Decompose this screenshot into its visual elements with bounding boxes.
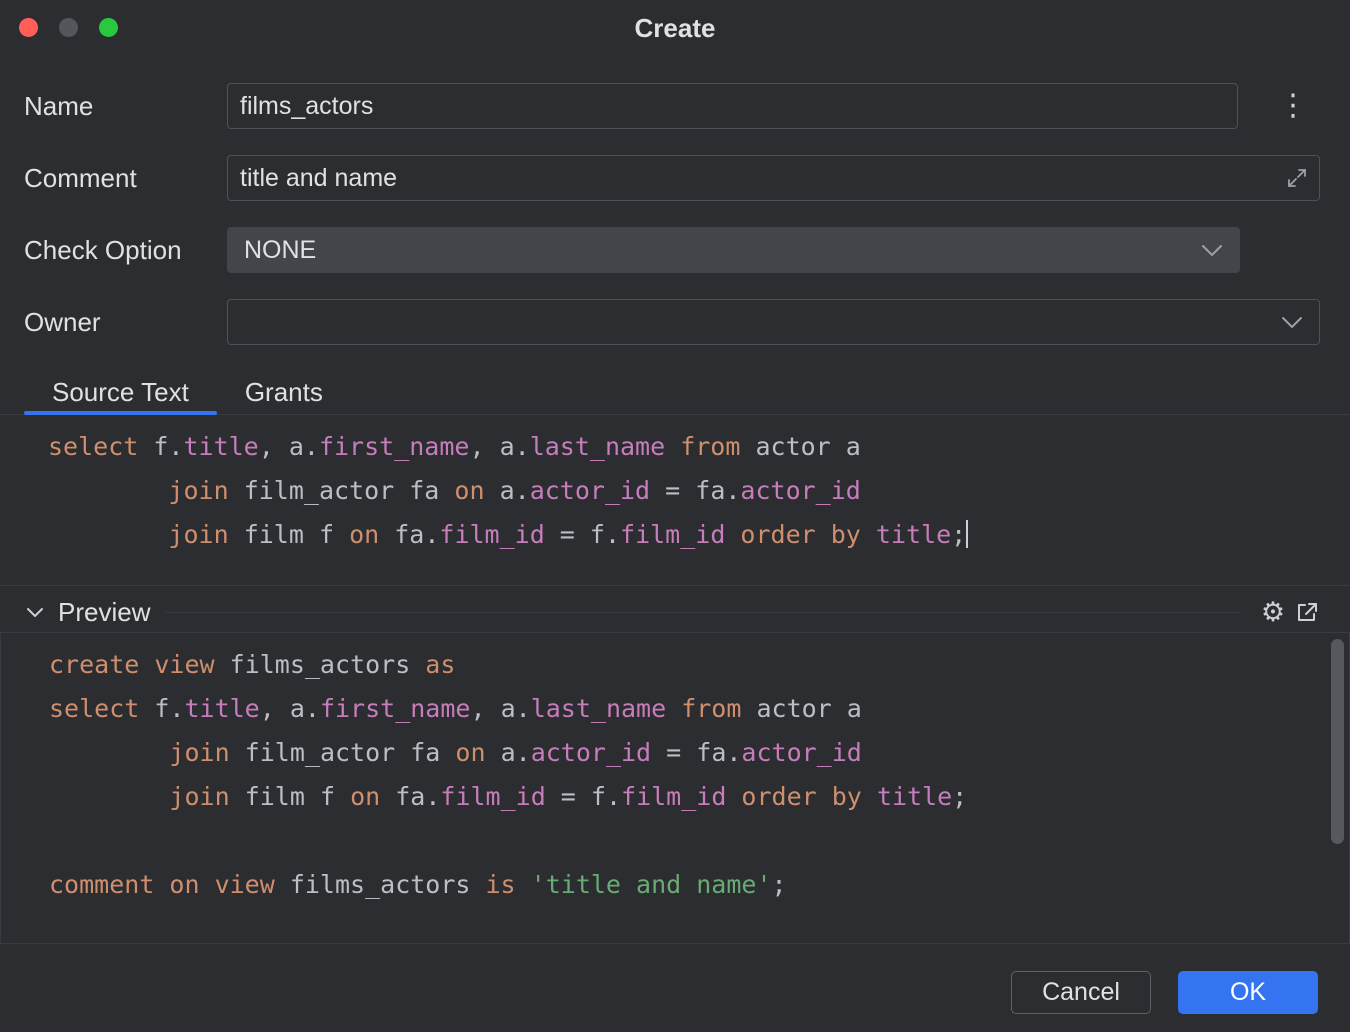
- window-title: Create: [0, 13, 1350, 44]
- owner-value: [244, 322, 1281, 323]
- cancel-button[interactable]: Cancel: [1011, 971, 1151, 1014]
- editor-tabs: Source Text Grants: [0, 371, 1350, 415]
- tab-grants[interactable]: Grants: [217, 371, 351, 414]
- source-text-editor[interactable]: select f.title, a.first_name, a.last_nam…: [0, 415, 1350, 586]
- chevron-down-icon: [1201, 244, 1223, 257]
- preview-code: create view films_actors asselect f.titl…: [49, 643, 1309, 907]
- gear-icon: ⚙: [1261, 599, 1285, 626]
- comment-label: Comment: [24, 163, 227, 194]
- ok-button[interactable]: OK: [1178, 971, 1318, 1014]
- open-in-editor-icon: [1295, 600, 1319, 624]
- owner-select[interactable]: [227, 299, 1320, 345]
- comment-input[interactable]: [227, 155, 1320, 201]
- owner-row: Owner: [24, 299, 1350, 345]
- divider: [166, 612, 1240, 613]
- preview-title: Preview: [58, 597, 150, 628]
- open-in-editor-button[interactable]: [1290, 595, 1324, 629]
- kebab-menu-icon: ⋮: [1278, 91, 1308, 121]
- preview-header: Preview ⚙: [0, 592, 1350, 632]
- dialog-footer: Cancel OK: [0, 944, 1350, 1032]
- check-option-value: NONE: [244, 236, 1201, 265]
- preview-settings-button[interactable]: ⚙: [1256, 595, 1290, 629]
- check-option-label: Check Option: [24, 235, 227, 266]
- create-form: Name ⋮ Comment Check Option NONE: [0, 56, 1350, 345]
- create-dialog: Create Name ⋮ Comment Chec: [0, 0, 1350, 1032]
- titlebar: Create: [0, 0, 1350, 56]
- preview-scrollbar[interactable]: [1331, 639, 1344, 844]
- name-input[interactable]: [227, 83, 1238, 129]
- name-label: Name: [24, 91, 227, 122]
- chevron-down-icon: [1281, 316, 1303, 329]
- preview-panel: create view films_actors asselect f.titl…: [0, 632, 1350, 944]
- preview-collapse-button[interactable]: [26, 607, 44, 618]
- name-options-button[interactable]: ⋮: [1238, 91, 1348, 121]
- check-option-row: Check Option NONE: [24, 227, 1350, 273]
- check-option-select[interactable]: NONE: [227, 227, 1240, 273]
- chevron-down-icon: [26, 607, 44, 618]
- name-row: Name ⋮: [24, 83, 1350, 129]
- tab-source-text[interactable]: Source Text: [24, 371, 217, 414]
- expand-editor-icon[interactable]: [1286, 167, 1308, 189]
- owner-label: Owner: [24, 307, 227, 338]
- comment-row: Comment: [24, 155, 1350, 201]
